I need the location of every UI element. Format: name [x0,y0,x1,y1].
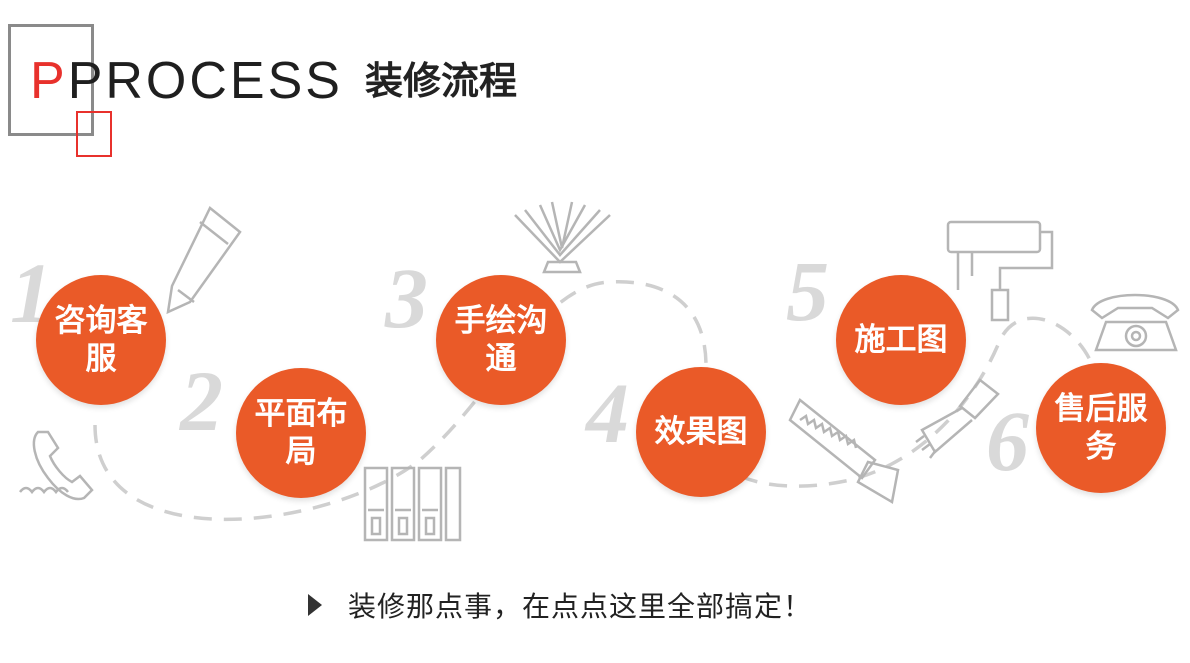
paint-roller-icon [946,220,1054,322]
process-path-layer [19,201,1180,542]
step-consult[interactable]: 咨询客服 [36,275,166,405]
play-triangle-icon [308,594,322,616]
step-number-6: 6 [986,393,1029,489]
step-layout[interactable]: 平面布局 [236,368,366,498]
step-label: 手绘沟通 [454,303,548,377]
step-label: 售后服务 [1054,391,1148,465]
step-label: 效果图 [654,414,748,450]
footer-tagline: 装修那点事，在点点这里全部搞定！ [308,585,812,625]
step-number-2: 2 [180,353,223,449]
door-panels-icon [363,466,462,542]
book-icon [514,201,611,274]
step-label: 平面布局 [254,396,348,470]
step-number-5: 5 [786,243,829,339]
pencil-icon [166,206,242,315]
telephone-icon [1090,293,1180,352]
footer-text: 装修那点事，在点点这里全部搞定！ [348,590,813,623]
step-rendering[interactable]: 效果图 [636,367,766,497]
step-after-sales[interactable]: 售后服务 [1036,363,1166,493]
step-number-3: 3 [385,250,428,346]
step-sketch[interactable]: 手绘沟通 [436,275,566,405]
step-label: 施工图 [854,322,948,358]
phone-icon [19,430,94,501]
step-label: 咨询客服 [54,303,148,377]
step-construction[interactable]: 施工图 [836,275,966,405]
step-number-4: 4 [586,365,629,461]
